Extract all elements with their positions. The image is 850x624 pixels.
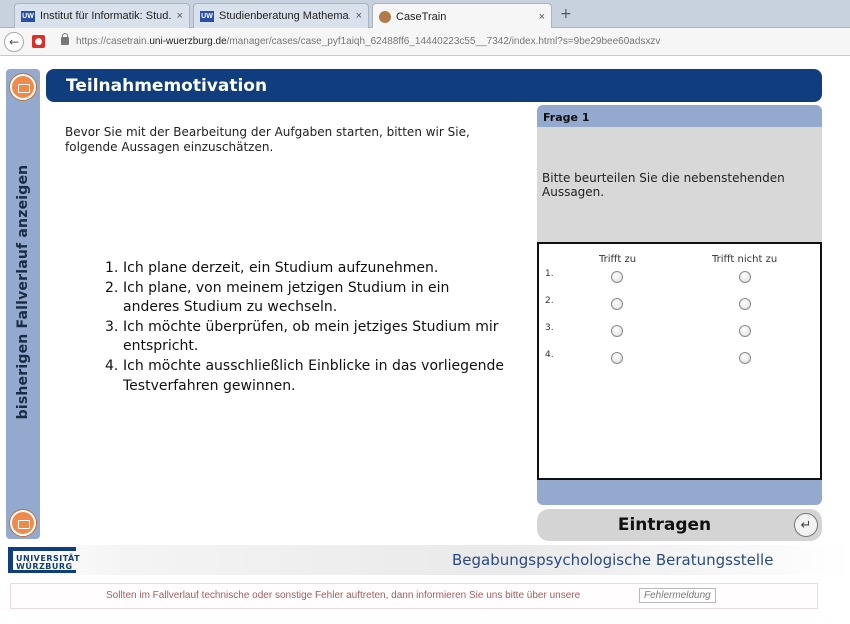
page-header: Teilnahmemotivation — [46, 69, 822, 102]
statement-text: Ich möchte überprüfen, ob mein jetziges … — [123, 318, 499, 355]
notice-text: Sollten im Fallverlauf technische oder s… — [106, 590, 581, 601]
rating-grid: Trifft zu Trifft nicht zu 1. 2. 3. 4. — [537, 242, 822, 480]
question-title: Frage 1 — [543, 111, 590, 124]
new-tab-button[interactable]: + — [560, 6, 572, 22]
close-icon[interactable]: × — [356, 10, 362, 22]
statement-number: 1. — [105, 260, 119, 276]
statement-number: 4. — [105, 357, 119, 374]
lock-icon — [61, 33, 69, 45]
column-header-trifft-nicht-zu: Trifft nicht zu — [712, 254, 778, 265]
radio-row3-trifft-zu[interactable] — [611, 325, 623, 337]
tab-label: CaseTrain — [396, 10, 447, 23]
url-path: /manager/cases/case_pyf1aiqh_62488ff6_14… — [226, 36, 661, 47]
row-label: 4. — [545, 350, 554, 360]
radio-row2-trifft-nicht-zu[interactable] — [739, 298, 751, 310]
radio-row4-trifft-zu[interactable] — [611, 352, 623, 364]
book-icon[interactable] — [10, 510, 36, 536]
statement-text: Ich plane, von meinem jetzigen Studium i… — [123, 279, 450, 316]
tab-label: Studienberatung Mathema... — [219, 10, 350, 22]
close-icon[interactable]: × — [177, 10, 183, 22]
enter-icon[interactable]: ↵ — [794, 513, 818, 537]
intro-text: Bevor Sie mit der Bearbeitung der Aufgab… — [65, 125, 470, 154]
radio-row1-trifft-zu[interactable] — [611, 271, 623, 283]
row-label: 2. — [545, 296, 554, 306]
statement-number: 3. — [105, 318, 119, 335]
case-history-sidebar[interactable]: bisherigen Fallverlauf anzeigen — [6, 69, 40, 539]
url-field[interactable]: https://casetrain.uni-wuerzburg.de/manag… — [76, 36, 660, 47]
statement-text: Ich plane derzeit, ein Studium aufzunehm… — [123, 260, 439, 276]
question-prompt: Bitte beurteilen Sie die nebenstehenden … — [537, 127, 822, 243]
question-panel: Frage 1 Bitte beurteilen Sie die nebenst… — [537, 105, 822, 505]
back-arrow-icon[interactable]: ← — [4, 32, 24, 52]
submit-label: Eintragen — [617, 515, 712, 535]
statement-item: 3. Ich möchte überprüfen, ob mein jetzige… — [105, 318, 505, 357]
url-domain: uni-wuerzburg.de — [149, 36, 227, 47]
submit-button[interactable]: Eintragen ↵ — [537, 509, 822, 541]
uw-favicon-icon: UW — [200, 10, 214, 22]
browser-tab-bar: UW Institut für Informatik: Stud... × UW… — [0, 0, 850, 29]
statement-item: 1. Ich plane derzeit, ein Studium aufzune… — [105, 259, 505, 279]
column-header-trifft-zu: Trifft zu — [599, 254, 637, 265]
row-label: 3. — [545, 323, 554, 333]
address-bar: ← ● https://casetrain.uni-wuerzburg.de/m… — [0, 28, 850, 56]
url-prefix: https://casetrain. — [76, 36, 150, 47]
extension-icon[interactable]: ● — [32, 35, 45, 48]
statement-list: 1. Ich plane derzeit, ein Studium aufzune… — [105, 259, 505, 396]
tab-studienberatung[interactable]: UW Studienberatung Mathema... × — [193, 3, 369, 28]
page-title: Teilnahmemotivation — [66, 76, 268, 96]
error-notice: Sollten im Fallverlauf technische oder s… — [10, 583, 818, 609]
statement-item: 4. Ich möchte ausschließlich Einblicke in… — [105, 357, 505, 396]
cat-icon — [379, 10, 391, 23]
tab-informatik[interactable]: UW Institut für Informatik: Stud... × — [14, 3, 190, 28]
radio-row1-trifft-nicht-zu[interactable] — [739, 271, 751, 283]
statement-item: 2. Ich plane, von meinem jetzigen Studium… — [105, 279, 505, 318]
sidebar-label: bisherigen Fallverlauf anzeigen — [15, 164, 31, 420]
row-label: 1. — [545, 269, 554, 279]
statement-number: 2. — [105, 279, 119, 296]
tab-label: Institut für Informatik: Stud... — [40, 10, 171, 22]
close-icon[interactable]: × — [539, 11, 545, 23]
department-name: Begabungspsychologische Beratungsstelle — [452, 551, 774, 569]
radio-row4-trifft-nicht-zu[interactable] — [739, 352, 751, 364]
radio-row2-trifft-zu[interactable] — [611, 298, 623, 310]
radio-row3-trifft-nicht-zu[interactable] — [739, 325, 751, 337]
university-logo: UNIVERSITÄT WÜRZBURG — [8, 547, 80, 573]
statement-text: Ich möchte ausschließlich Einblicke in d… — [123, 357, 505, 394]
error-report-link[interactable]: Fehlermeldung — [639, 588, 716, 603]
uw-favicon-icon: UW — [21, 10, 35, 22]
book-icon[interactable] — [10, 74, 36, 100]
tab-casetrain[interactable]: CaseTrain × — [372, 3, 552, 29]
